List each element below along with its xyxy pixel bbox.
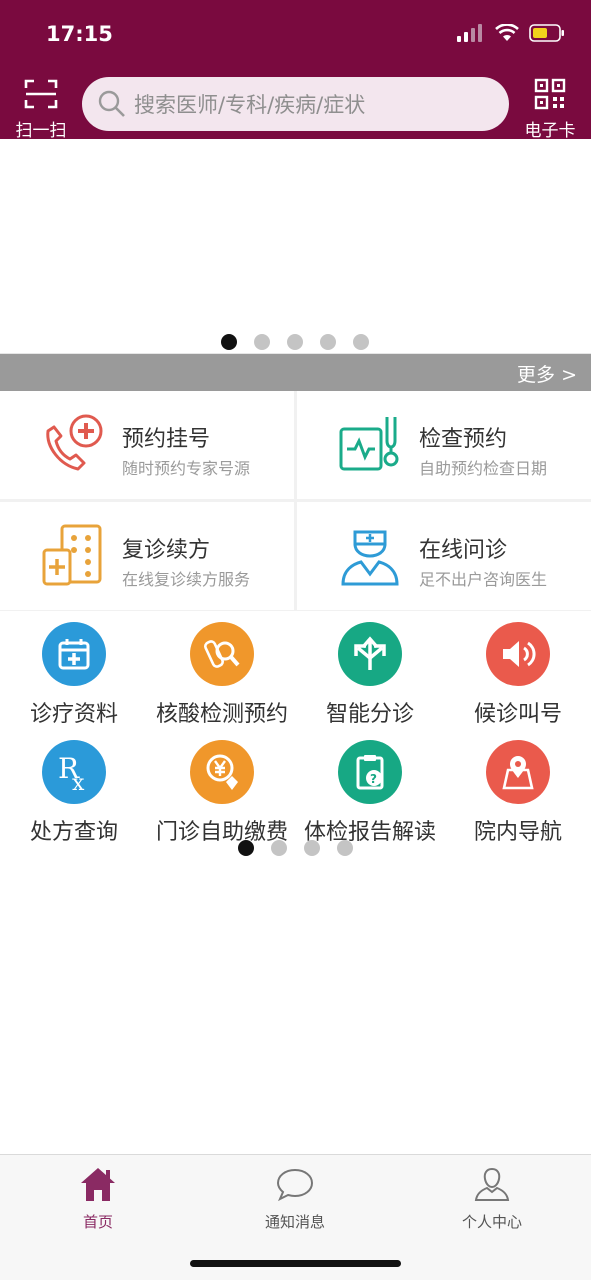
tab-label: 个人中心: [461, 1213, 522, 1231]
service-grid: 预约挂号 随时预约专家号源 检查预约 自助预约检查日期 复诊续方 在线复诊续方服…: [0, 391, 591, 611]
function-triage[interactable]: 智能分诊: [296, 622, 444, 728]
banner-dot[interactable]: [353, 334, 369, 350]
function-records[interactable]: 诊疗资料: [0, 622, 148, 728]
speaker-icon: [486, 622, 550, 686]
app-header: 17:15 扫一扫 搜索医师/专科/疾病/症状 电子卡: [0, 0, 591, 141]
tab-label: 首页: [82, 1213, 113, 1231]
svg-text:x: x: [72, 771, 85, 792]
service-subtitle: 自助预约检查日期: [419, 459, 548, 478]
doctor-icon: [341, 530, 399, 586]
map-pin-icon: [486, 740, 550, 804]
rx-icon: R x: [42, 740, 106, 804]
test-search-icon: [190, 622, 254, 686]
scan-icon: [24, 79, 58, 109]
wifi-icon: [495, 24, 519, 41]
service-subtitle: 足不出户咨询医生: [419, 570, 548, 589]
service-title: 预约挂号: [122, 427, 211, 452]
banner-carousel[interactable]: [0, 139, 591, 354]
function-prescription[interactable]: R x 处方查询: [0, 740, 148, 846]
tab-home[interactable]: 首页: [28, 1165, 168, 1232]
function-page-dot[interactable]: [238, 840, 254, 856]
arrows-split-icon: [338, 622, 402, 686]
service-online-consult[interactable]: 在线问诊 足不出户咨询医生: [297, 502, 591, 610]
stethoscope-monitor-icon: [339, 417, 399, 471]
chat-bubble-icon: [276, 1168, 314, 1202]
function-label: 智能分诊: [325, 702, 414, 727]
qr-code-icon: [534, 78, 566, 110]
service-title: 复诊续方: [122, 538, 211, 563]
e-card-button[interactable]: 电子卡: [519, 78, 581, 141]
more-link[interactable]: 更多 >: [517, 360, 577, 387]
service-appointment[interactable]: 预约挂号 随时预约专家号源: [0, 391, 294, 499]
function-label: 候诊叫号: [473, 702, 562, 727]
home-icon: [81, 1168, 115, 1201]
function-pager: [238, 840, 353, 856]
service-subtitle: 随时预约专家号源: [122, 459, 251, 478]
banner-dot[interactable]: [320, 334, 336, 350]
banner-dot[interactable]: [221, 334, 237, 350]
status-time: 17:15: [46, 22, 113, 46]
banner-dot[interactable]: [254, 334, 270, 350]
svg-text:?: ?: [370, 772, 377, 786]
clipboard-question-icon: ?: [338, 740, 402, 804]
search-placeholder: 搜索医师/专科/疾病/症状: [134, 93, 366, 117]
function-self-payment[interactable]: 门诊自助缴费: [148, 740, 296, 846]
function-queue-call[interactable]: 候诊叫号: [444, 622, 591, 728]
scan-label: 扫一扫: [15, 121, 67, 141]
tab-profile[interactable]: 个人中心: [422, 1165, 562, 1232]
function-label: 诊疗资料: [29, 702, 118, 727]
status-icons: [457, 24, 565, 42]
calendar-plus-icon: [42, 622, 106, 686]
search-icon: [98, 90, 125, 117]
home-indicator[interactable]: [190, 1260, 401, 1267]
function-page-dot[interactable]: [271, 840, 287, 856]
more-bar: 更多 >: [0, 354, 591, 391]
function-report-reading[interactable]: ? 体检报告解读: [296, 740, 444, 846]
service-subtitle: 在线复诊续方服务: [122, 570, 251, 589]
function-label: 院内导航: [473, 820, 562, 845]
service-revisit-prescription[interactable]: 复诊续方 在线复诊续方服务: [0, 502, 294, 610]
function-page-dot[interactable]: [304, 840, 320, 856]
banner-dot[interactable]: [287, 334, 303, 350]
service-title: 在线问诊: [419, 538, 508, 563]
battery-icon: [529, 24, 564, 42]
tab-notifications[interactable]: 通知消息: [225, 1165, 365, 1232]
function-page-dot[interactable]: [337, 840, 353, 856]
function-nucleic-test[interactable]: 核酸检测预约: [148, 622, 296, 728]
scan-button[interactable]: 扫一扫: [10, 78, 72, 141]
function-label: 核酸检测预约: [155, 702, 288, 727]
user-icon: [474, 1167, 510, 1201]
phone-plus-icon: [46, 414, 103, 471]
tab-label: 通知消息: [264, 1213, 325, 1231]
function-label: 处方查询: [29, 820, 118, 845]
function-navigation[interactable]: 院内导航: [444, 740, 591, 846]
search-input[interactable]: 搜索医师/专科/疾病/症状: [82, 77, 509, 131]
banner-pager: [221, 334, 369, 350]
cellular-signal-icon: [457, 24, 482, 42]
yuan-coin-icon: [190, 740, 254, 804]
service-title: 检查预约: [419, 427, 508, 452]
medicine-box-icon: [42, 524, 102, 586]
service-exam-booking[interactable]: 检查预约 自助预约检查日期: [297, 391, 591, 499]
e-card-label: 电子卡: [524, 121, 576, 141]
